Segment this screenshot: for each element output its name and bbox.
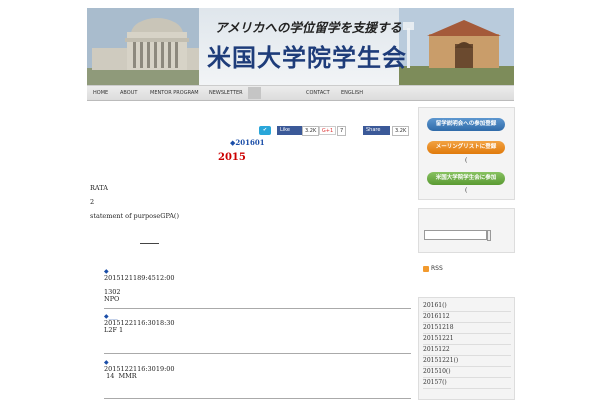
nav-about[interactable]: ABOUT [120, 86, 137, 100]
sidebar-search-box [418, 208, 515, 253]
post-paragraph: 2 [90, 198, 95, 206]
post-paragraph: statement of purposeGPA() [90, 212, 179, 220]
sidebar-signup-box: 留学説明会への参加登録 メーリングリストに登録 ( 米国大学院学生会に参加 ( [418, 107, 515, 200]
mit-dome-image [87, 8, 202, 85]
event-details: 2015121189:4512:00 1302 NPO [104, 274, 175, 303]
site-title[interactable]: 米国大学院学生会 [207, 38, 407, 73]
nav-newsletter[interactable]: NEWSLETTER [209, 86, 243, 100]
facebook-like-button[interactable]: Like [277, 126, 302, 135]
archive-link[interactable]: 201510() [423, 367, 511, 378]
rss-icon [423, 265, 429, 272]
archive-link[interactable]: 20151221() [423, 356, 511, 367]
search-button[interactable] [487, 230, 491, 241]
nav-blank-tab[interactable] [248, 87, 261, 99]
archive-link[interactable]: 20157() [423, 378, 511, 389]
main-nav: HOME ABOUT MENTOR PROGRAM NEWSLETTER CON… [87, 85, 514, 101]
rss-label: RSS [431, 265, 443, 272]
facebook-like-count: 3.2K [302, 126, 320, 136]
event-separator [104, 353, 411, 354]
google-plus-button[interactable]: G+1 [319, 126, 336, 135]
main-content: ✔ Like 3.2K G+1 7 Share 3.2K ◆201601 201… [87, 100, 415, 400]
rss-link[interactable]: RSS [423, 265, 443, 272]
event-separator [104, 308, 411, 309]
twitter-tweet-button[interactable]: ✔ [259, 126, 271, 135]
event-separator [104, 398, 411, 399]
nav-english[interactable]: ENGLISH [341, 86, 363, 100]
post-year-heading: 2015 [218, 152, 246, 163]
archive-link[interactable]: 2015122 [423, 345, 511, 356]
join-association-button[interactable]: 米国大学院学生会に参加 [427, 172, 505, 185]
archive-link[interactable]: 20161() [423, 301, 511, 312]
facebook-share-count: 3.2K [392, 126, 410, 136]
sidebar-note: ( [465, 187, 468, 194]
google-plus-count: 7 [337, 126, 347, 136]
nav-home[interactable]: HOME [93, 86, 108, 100]
post-date[interactable]: ◆201601 [230, 138, 265, 147]
search-input[interactable] [424, 230, 487, 240]
sidebar-archive-list: 20161() 2016112 20151218 20151221 201512… [418, 297, 515, 400]
nav-mentor-program[interactable]: MENTOR PROGRAM [150, 86, 199, 100]
register-seminar-button[interactable]: 留学説明会への参加登録 [427, 118, 505, 131]
post-paragraph: RATA [90, 184, 108, 192]
archive-link[interactable]: 20151218 [423, 323, 511, 334]
archive-link[interactable]: 20151221 [423, 334, 511, 345]
stanford-building-image [399, 8, 514, 85]
header-tagline: アメリカへの学位留学を支援する [215, 20, 402, 35]
header-banner: アメリカへの学位留学を支援する 米国大学院学生会 [87, 8, 514, 85]
event-details: 2015122116:3018:30 L2F 1 [104, 319, 175, 334]
nav-contact[interactable]: CONTACT [306, 86, 330, 100]
archive-link[interactable]: 2016112 [423, 312, 511, 323]
sidebar-note: ( [465, 157, 468, 164]
event-details: 2015122116:3019:00 14 MMR [104, 365, 175, 380]
post-divider [140, 243, 159, 244]
mailing-list-button[interactable]: メーリングリストに登録 [427, 141, 505, 154]
facebook-share-button[interactable]: Share [363, 126, 390, 135]
